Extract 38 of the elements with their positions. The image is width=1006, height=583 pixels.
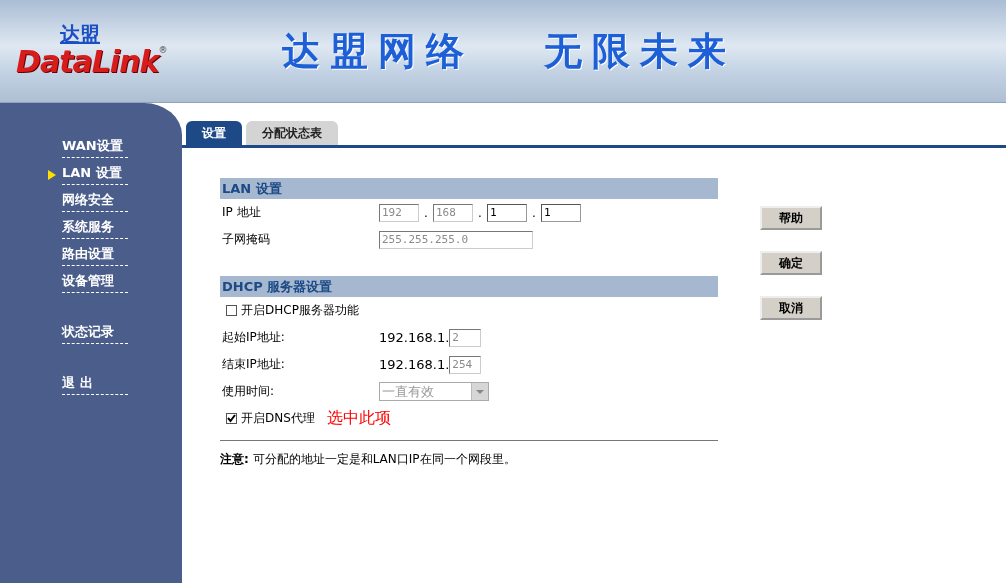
field-label: 结束IP地址: — [221, 356, 286, 373]
logo-wordmark: DataLink — [16, 45, 159, 79]
sidebar-item[interactable]: WAN设置 — [62, 137, 128, 158]
checkbox[interactable] — [226, 413, 237, 424]
ip-prefix: 192.168.1. — [379, 330, 450, 345]
slogan: 无限未来 — [544, 27, 736, 75]
slogan: 达盟网络 — [282, 27, 474, 75]
field-label: 子网掩码 — [221, 231, 271, 248]
section-header: DHCP 服务器设置 — [220, 276, 718, 297]
ip-prefix: 192.168.1. — [379, 357, 450, 372]
sidebar-item[interactable]: 网络安全 — [62, 191, 128, 212]
registered-mark: ® — [158, 45, 168, 55]
field-label: IP 地址 — [221, 204, 262, 221]
annotation-text: 选中此项 — [326, 408, 391, 429]
sidebar-item[interactable]: 退 出 — [62, 374, 128, 395]
logo-chinese: 达盟 — [60, 23, 100, 45]
field-label: 起始IP地址: — [221, 329, 286, 346]
action-button[interactable]: 取消 — [760, 296, 822, 320]
ip-separator: . — [531, 205, 537, 220]
tab[interactable]: 分配状态表 — [246, 121, 338, 145]
note-text: 注意: 可分配的地址一定是和LAN口IP在同一个网段里。 — [220, 451, 517, 468]
tab[interactable]: 设置 — [186, 121, 242, 145]
checkbox-label: 开启DHCP服务器功能 — [241, 302, 359, 319]
ip-octet-field[interactable]: 1 — [487, 203, 527, 222]
section-header: LAN 设置 — [220, 178, 718, 199]
sidebar-item[interactable]: 系统服务 — [62, 218, 128, 239]
action-button[interactable]: 帮助 — [760, 206, 822, 230]
ip-separator: . — [423, 205, 429, 220]
sidebar-item[interactable]: LAN 设置 — [62, 164, 128, 185]
checkbox[interactable] — [226, 305, 237, 316]
sidebar-item[interactable]: 状态记录 — [62, 323, 128, 344]
ip-separator: . — [477, 205, 483, 220]
sidebar-item[interactable]: 路由设置 — [62, 245, 128, 266]
checkbox-label: 开启DNS代理 — [241, 410, 315, 427]
sidebar-item[interactable]: 设备管理 — [62, 272, 128, 293]
ip-octet-field[interactable]: 1 — [541, 203, 581, 222]
action-button[interactable]: 确定 — [760, 251, 822, 275]
field-label: 使用时间: — [221, 383, 276, 400]
